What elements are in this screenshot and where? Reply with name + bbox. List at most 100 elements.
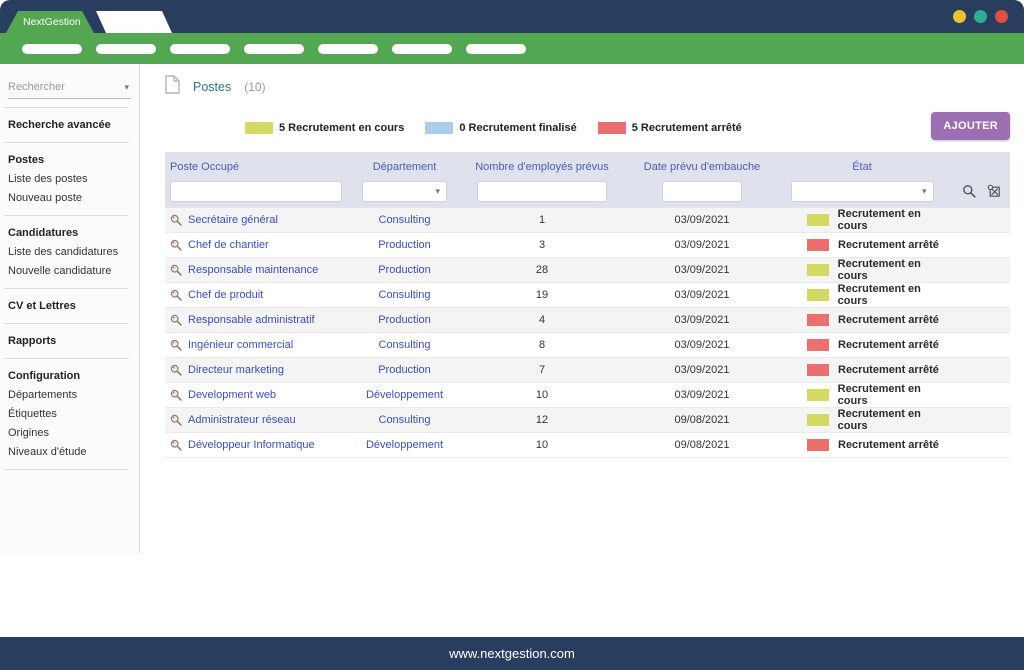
date-value: 03/09/2021	[632, 264, 772, 276]
main-content: Postes (10) 5 Recrutement en cours0 Recr…	[140, 64, 1024, 553]
nav-pill[interactable]	[170, 44, 230, 54]
nav-pill[interactable]	[466, 44, 526, 54]
date-value: 03/09/2021	[632, 239, 772, 251]
sidebar-item[interactable]: Liste des postes	[0, 169, 139, 188]
nav-pill[interactable]	[244, 44, 304, 54]
departement-value: Consulting	[357, 414, 452, 426]
status-swatch	[807, 289, 829, 301]
table-row: Développeur InformatiqueDéveloppement100…	[165, 433, 1010, 458]
secondary-tab[interactable]	[96, 11, 172, 33]
status-label: Recrutement arrêté	[838, 364, 939, 376]
poste-link[interactable]: Développeur Informatique	[188, 439, 315, 451]
status-swatch	[807, 239, 829, 251]
titlebar: NextGestion	[0, 0, 1024, 33]
legend-item: 5 Recrutement arrêté	[598, 122, 742, 134]
legend-item: 0 Recrutement finalisé	[425, 122, 576, 134]
date-value: 09/08/2021	[632, 439, 772, 451]
status-label: Recrutement en cours	[838, 283, 952, 307]
table-row: Development webDéveloppement1003/09/2021…	[165, 383, 1010, 408]
view-poste-icon[interactable]	[170, 339, 182, 351]
filter-date-input[interactable]	[662, 181, 742, 202]
date-value: 03/09/2021	[632, 389, 772, 401]
date-value: 03/09/2021	[632, 364, 772, 376]
search-icon[interactable]	[962, 184, 976, 198]
poste-link[interactable]: Chef de produit	[188, 289, 263, 301]
add-button[interactable]: AJOUTER	[931, 112, 1010, 140]
filter-poste-input[interactable]	[170, 181, 342, 202]
sidebar-item[interactable]: Niveaux d'étude	[0, 442, 139, 461]
sidebar-section-title[interactable]: Postes	[0, 150, 139, 169]
sidebar-section-title[interactable]: Candidatures	[0, 223, 139, 242]
nav-pill[interactable]	[22, 44, 82, 54]
poste-link[interactable]: Responsable maintenance	[188, 264, 318, 276]
sidebar-item[interactable]: Départements	[0, 385, 139, 404]
sidebar-item[interactable]: Liste des candidatures	[0, 242, 139, 261]
nav-pill[interactable]	[318, 44, 378, 54]
status-swatch	[807, 414, 829, 426]
nombre-value: 3	[452, 239, 632, 251]
poste-link[interactable]: Administrateur réseau	[188, 414, 296, 426]
view-poste-icon[interactable]	[170, 289, 182, 301]
legend-swatch	[598, 122, 626, 134]
sidebar-item[interactable]: Origines	[0, 423, 139, 442]
divider	[4, 323, 129, 324]
filter-nombre-input[interactable]	[477, 181, 607, 202]
sidebar-section-title[interactable]: Rapports	[0, 331, 139, 350]
sidebar-section-title[interactable]: Recherche avancée	[0, 115, 139, 134]
departement-value: Production	[357, 364, 452, 376]
view-poste-icon[interactable]	[170, 214, 182, 226]
status-cell: Recrutement en cours	[772, 208, 952, 232]
sidebar-item[interactable]: Nouvelle candidature	[0, 261, 139, 280]
column-header: Nombre d'employés prévus	[452, 161, 632, 173]
view-poste-icon[interactable]	[170, 389, 182, 401]
poste-cell: Development web	[165, 389, 357, 401]
departement-value: Consulting	[357, 214, 452, 226]
departement-value: Production	[357, 314, 452, 326]
document-icon	[165, 75, 180, 99]
brand-label: NextGestion	[23, 16, 81, 28]
view-poste-icon[interactable]	[170, 264, 182, 276]
poste-cell: Directeur marketing	[165, 364, 357, 376]
window-dot-1[interactable]	[974, 10, 987, 23]
status-swatch	[807, 264, 829, 276]
filter-etat-select[interactable]: ▾	[791, 181, 934, 202]
status-swatch	[807, 364, 829, 376]
date-value: 03/09/2021	[632, 314, 772, 326]
poste-link[interactable]: Ingénieur commercial	[188, 339, 293, 351]
poste-link[interactable]: Secrétaire général	[188, 214, 278, 226]
filter-departement-select[interactable]: ▾	[362, 181, 447, 202]
view-poste-icon[interactable]	[170, 364, 182, 376]
nombre-value: 19	[452, 289, 632, 301]
view-poste-icon[interactable]	[170, 439, 182, 451]
poste-link[interactable]: Chef de chantier	[188, 239, 269, 251]
poste-link[interactable]: Directeur marketing	[188, 364, 284, 376]
poste-link[interactable]: Responsable administratif	[188, 314, 315, 326]
legend-row: 5 Recrutement en cours0 Recrutement fina…	[165, 114, 1010, 141]
date-value: 03/09/2021	[632, 339, 772, 351]
brand-tab[interactable]: NextGestion	[6, 11, 94, 33]
view-poste-icon[interactable]	[170, 314, 182, 326]
window-dot-0[interactable]	[953, 10, 966, 23]
sidebar-item[interactable]: Étiquettes	[0, 404, 139, 423]
clear-search-icon[interactable]	[987, 184, 1001, 198]
status-cell: Recrutement arrêté	[772, 314, 952, 326]
sidebar-section-title[interactable]: CV et Lettres	[0, 296, 139, 315]
sidebar-section-title[interactable]: Configuration	[0, 366, 139, 385]
nombre-value: 10	[452, 439, 632, 451]
column-header: État	[772, 161, 952, 173]
search-select[interactable]: Rechercher ▾	[8, 78, 131, 99]
view-poste-icon[interactable]	[170, 239, 182, 251]
sidebar-item[interactable]: Nouveau poste	[0, 188, 139, 207]
footer: www.nextgestion.com	[0, 637, 1024, 670]
window-dot-2[interactable]	[995, 10, 1008, 23]
page-header: Postes (10)	[165, 76, 1010, 98]
view-poste-icon[interactable]	[170, 414, 182, 426]
poste-link[interactable]: Development web	[188, 389, 276, 401]
nav-pill[interactable]	[96, 44, 156, 54]
app-body: Rechercher ▾ Recherche avancéePostesList…	[0, 64, 1024, 553]
sidebar: Rechercher ▾ Recherche avancéePostesList…	[0, 64, 140, 553]
status-cell: Recrutement arrêté	[772, 239, 952, 251]
chevron-down-icon: ▾	[435, 186, 440, 197]
nav-pill[interactable]	[392, 44, 452, 54]
footer-url: www.nextgestion.com	[449, 646, 575, 661]
